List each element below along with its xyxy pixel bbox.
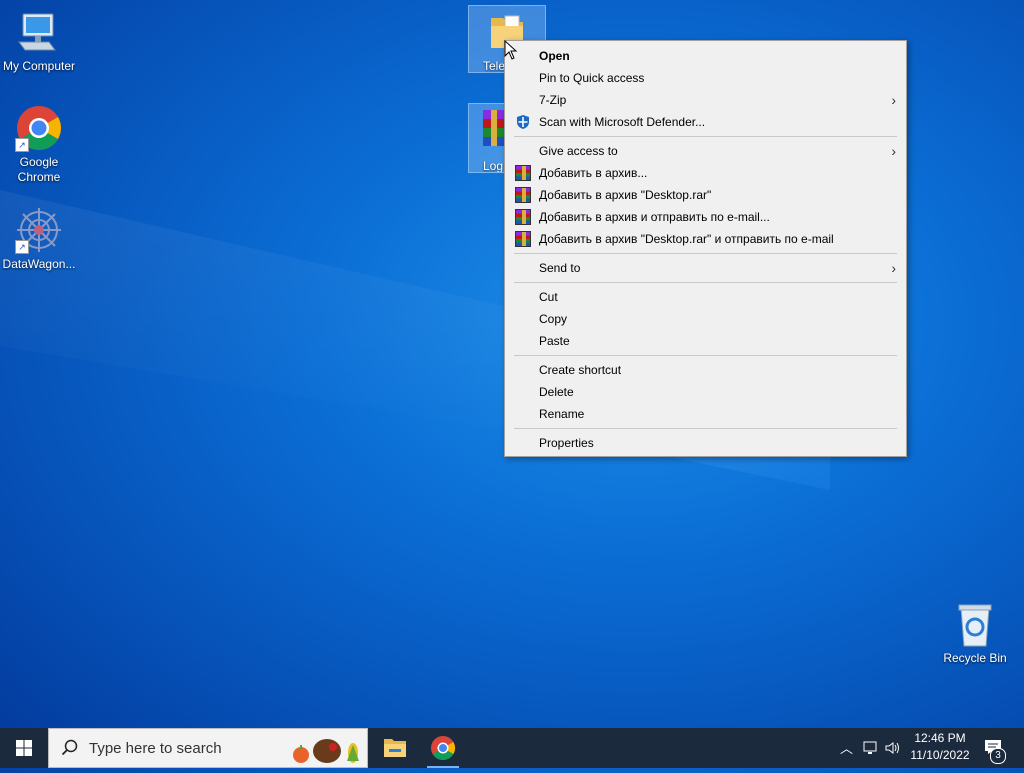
clock-time: 12:46 PM xyxy=(914,731,966,745)
computer-icon xyxy=(15,8,63,56)
winrar-icon xyxy=(515,187,531,203)
desktop-icon-label: Google Chrome xyxy=(17,155,61,184)
chrome-icon xyxy=(431,736,456,761)
chevron-right-icon: › xyxy=(891,260,896,276)
desktop-icon-label: Log xyxy=(483,159,504,172)
menu-item-label: Rename xyxy=(539,407,585,421)
search-highlight-thanksgiving-icon xyxy=(289,733,363,765)
taskbar-file-explorer[interactable] xyxy=(371,728,419,768)
menu-item-label: Добавить в архив "Desktop.rar" и отправи… xyxy=(539,232,834,246)
menu-separator xyxy=(514,428,897,429)
menu-separator xyxy=(514,355,897,356)
menu-item-label: Paste xyxy=(539,334,570,348)
menu-item-paste[interactable]: Paste xyxy=(505,330,906,352)
menu-item-pin-quick-access[interactable]: Pin to Quick access xyxy=(505,67,906,89)
search-placeholder: Type here to search xyxy=(89,740,222,757)
menu-item-label: Добавить в архив... xyxy=(539,166,648,180)
desktop-icon-log-archive[interactable]: Log xyxy=(468,103,506,173)
winrar-icon xyxy=(515,209,531,225)
menu-item-give-access[interactable]: Give access to › xyxy=(505,140,906,162)
menu-item-add-archive-email[interactable]: Добавить в архив и отправить по e-mail..… xyxy=(505,206,906,228)
menu-item-label: Добавить в архив и отправить по e-mail..… xyxy=(539,210,770,224)
start-button[interactable] xyxy=(0,728,48,768)
menu-separator xyxy=(514,253,897,254)
search-icon xyxy=(61,739,78,756)
shortcut-arrow-icon: ↗ xyxy=(15,240,29,254)
menu-item-create-shortcut[interactable]: Create shortcut xyxy=(505,359,906,381)
chevron-right-icon: › xyxy=(891,143,896,159)
chrome-icon: ↗ xyxy=(15,104,63,152)
notification-count-badge: 3 xyxy=(990,748,1006,764)
menu-item-label: Create shortcut xyxy=(539,363,622,377)
taskbar-clock[interactable]: 12:46 PM 11/10/2022 xyxy=(900,730,980,764)
winrar-icon xyxy=(515,165,531,181)
desktop-icon-recycle-bin[interactable]: Recycle Bin xyxy=(936,600,1014,666)
menu-separator xyxy=(514,136,897,137)
defender-shield-icon xyxy=(515,114,531,130)
desktop-icon-label: My Computer xyxy=(2,59,76,73)
menu-item-scan-defender[interactable]: Scan with Microsoft Defender... xyxy=(505,111,906,133)
menu-separator xyxy=(514,282,897,283)
menu-item-send-to[interactable]: Send to › xyxy=(505,257,906,279)
network-icon[interactable] xyxy=(862,740,878,756)
menu-item-label: Pin to Quick access xyxy=(539,71,645,85)
menu-item-add-archive[interactable]: Добавить в архив... xyxy=(505,162,906,184)
menu-item-label: Delete xyxy=(539,385,574,399)
chevron-up-icon[interactable]: ︿ xyxy=(840,738,853,757)
menu-item-add-desktop-rar-email[interactable]: Добавить в архив "Desktop.rar" и отправи… xyxy=(505,228,906,250)
menu-item-label: Cut xyxy=(539,290,558,304)
taskbar: Type here to search ︿ 12:46 PM 11/10/202… xyxy=(0,728,1024,768)
menu-item-label: Добавить в архив "Desktop.rar" xyxy=(539,188,712,202)
menu-item-label: Copy xyxy=(539,312,568,326)
taskbar-chrome[interactable] xyxy=(419,728,467,768)
taskbar-search-box[interactable]: Type here to search xyxy=(48,728,368,768)
system-tray: ︿ xyxy=(838,728,900,768)
chevron-right-icon: › xyxy=(891,92,896,108)
menu-item-label: Send to xyxy=(539,261,581,275)
clock-date: 11/10/2022 xyxy=(910,748,970,762)
desktop-icon-datawagon[interactable]: ↗ DataWagon... xyxy=(0,206,78,272)
menu-item-cut[interactable]: Cut xyxy=(505,286,906,308)
menu-item-label: Scan with Microsoft Defender... xyxy=(539,115,706,129)
menu-item-label: Give access to xyxy=(539,144,618,158)
datawagon-icon: ↗ xyxy=(15,206,63,254)
volume-icon[interactable] xyxy=(884,740,900,756)
menu-item-properties[interactable]: Properties xyxy=(505,432,906,454)
file-explorer-icon xyxy=(384,739,406,757)
desktop-icon-label: DataWagon... xyxy=(2,257,76,271)
mouse-cursor-icon xyxy=(504,39,518,60)
menu-item-label: Properties xyxy=(539,436,594,450)
menu-item-copy[interactable]: Copy xyxy=(505,308,906,330)
shortcut-arrow-icon: ↗ xyxy=(15,138,29,152)
menu-item-rename[interactable]: Rename xyxy=(505,403,906,425)
winrar-icon xyxy=(515,231,531,247)
menu-item-label: 7-Zip xyxy=(539,93,567,107)
menu-item-add-desktop-rar[interactable]: Добавить в архив "Desktop.rar" xyxy=(505,184,906,206)
desktop-icon-label: Recycle Bin xyxy=(943,651,1007,665)
desktop-icon-google-chrome[interactable]: ↗ Google Chrome xyxy=(0,104,78,185)
desktop-icon-my-computer[interactable]: My Computer xyxy=(0,8,78,74)
menu-item-label: Open xyxy=(539,49,570,63)
menu-item-delete[interactable]: Delete xyxy=(505,381,906,403)
menu-item-7zip[interactable]: 7-Zip › xyxy=(505,89,906,111)
menu-item-open[interactable]: Open xyxy=(505,45,906,67)
notification-center-button[interactable]: 3 xyxy=(980,728,1024,768)
recycle-bin-icon xyxy=(951,600,999,648)
windows-logo-icon xyxy=(16,740,32,756)
winrar-icon xyxy=(481,108,505,156)
context-menu: Open Pin to Quick access 7-Zip › Scan wit… xyxy=(504,40,907,457)
